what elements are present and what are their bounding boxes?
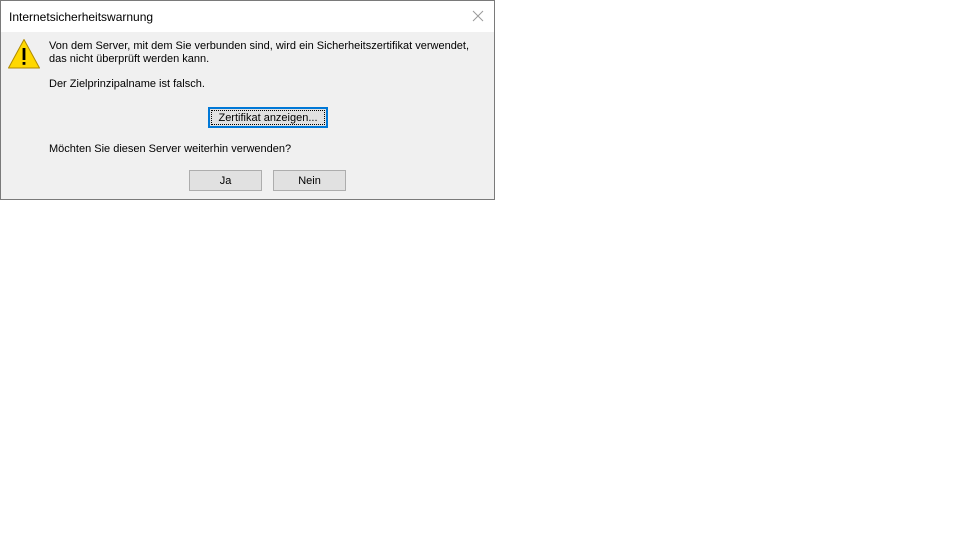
warning-icon xyxy=(8,39,40,69)
no-button[interactable]: Nein xyxy=(273,170,346,191)
no-button-label: Nein xyxy=(298,174,321,187)
title-bar: Internetsicherheitswarnung xyxy=(1,1,494,32)
view-certificate-label: Zertifikat anzeigen... xyxy=(211,110,325,125)
yes-button[interactable]: Ja xyxy=(189,170,262,191)
yes-button-label: Ja xyxy=(219,174,232,187)
warning-message-line1: Von dem Server, mit dem Sie verbunden si… xyxy=(49,40,470,52)
close-button[interactable] xyxy=(462,1,494,31)
warning-message: Von dem Server, mit dem Sie verbunden si… xyxy=(49,40,469,66)
detail-text: Der Zielprinzipalname ist falsch. xyxy=(49,78,205,90)
security-warning-dialog: Internetsicherheitswarnung Von dem Serve… xyxy=(0,0,495,200)
warning-message-line2: das nicht überprüft werden kann. xyxy=(49,53,210,65)
question-text: Möchten Sie diesen Server weiterhin verw… xyxy=(49,143,292,155)
dialog-title: Internetsicherheitswarnung xyxy=(9,10,154,24)
view-certificate-button[interactable]: Zertifikat anzeigen... xyxy=(208,107,328,128)
close-icon xyxy=(472,10,484,22)
